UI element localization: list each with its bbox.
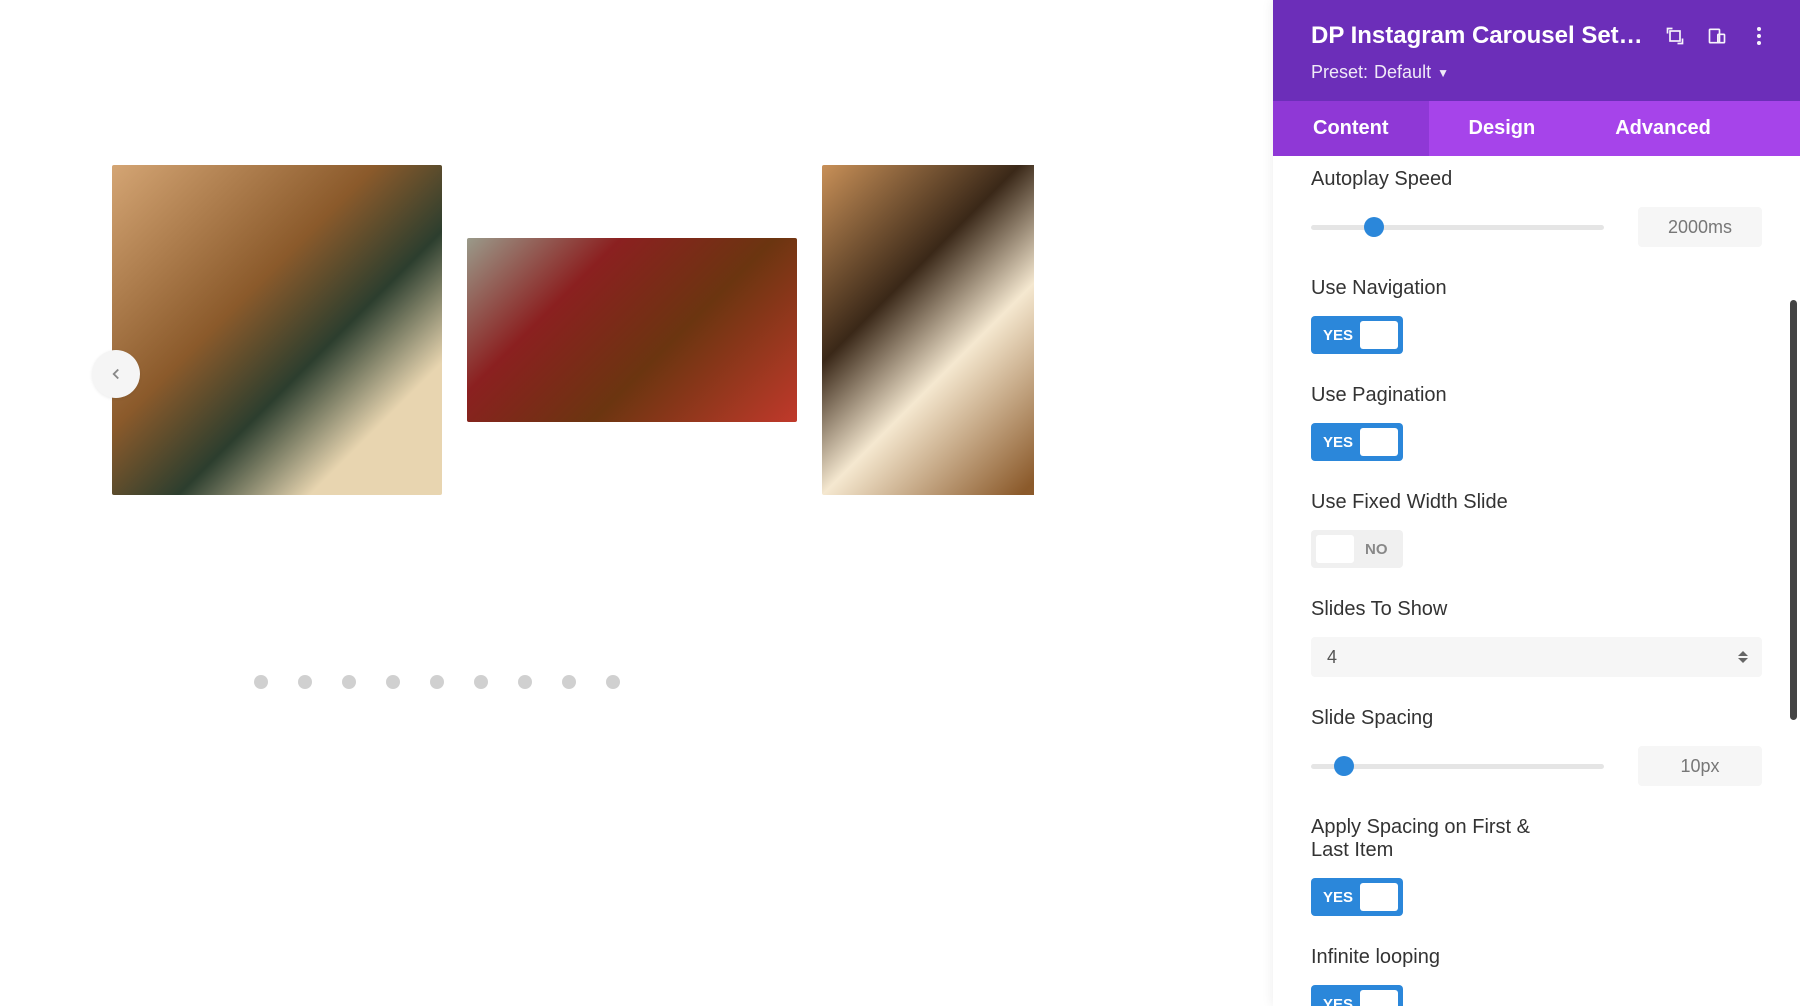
use-navigation-toggle[interactable]: YES [1311,316,1403,354]
slider-thumb[interactable] [1334,756,1354,776]
carousel-container [0,0,1034,689]
panel-body[interactable]: Autoplay Speed 2000ms Use Navigation YES… [1273,156,1800,1006]
setting-label: Infinite looping [1311,946,1762,969]
toggle-label: YES [1311,327,1353,344]
slider-thumb[interactable] [1364,217,1384,237]
chevron-left-icon [107,365,125,383]
toggle-knob [1316,535,1354,563]
toggle-knob [1360,321,1398,349]
carousel-image [112,165,442,495]
pagination-dot[interactable] [606,675,620,689]
expand-icon[interactable] [1664,25,1686,47]
tab-content[interactable]: Content [1273,101,1429,156]
setting-use-fixed-width: Use Fixed Width Slide NO [1311,491,1762,568]
pagination-dot[interactable] [386,675,400,689]
toggle-knob [1360,990,1398,1006]
use-fixed-width-toggle[interactable]: NO [1311,530,1403,568]
panel-header: DP Instagram Carousel Sett... Preset: De… [1273,0,1800,101]
more-menu-icon[interactable] [1748,25,1770,47]
setting-label: Autoplay Speed [1311,168,1762,191]
select-value: 4 [1327,647,1337,668]
setting-use-navigation: Use Navigation YES [1311,277,1762,354]
carousel-image [467,238,797,422]
toggle-label: YES [1311,889,1353,906]
settings-panel: DP Instagram Carousel Sett... Preset: De… [1273,0,1800,1006]
slide-spacing-slider[interactable] [1311,764,1604,769]
pagination-dot[interactable] [254,675,268,689]
setting-label: Use Navigation [1311,277,1762,300]
setting-slide-spacing: Slide Spacing 10px [1311,707,1762,786]
setting-label: Apply Spacing on First & Last Item [1311,816,1571,862]
setting-apply-spacing: Apply Spacing on First & Last Item YES [1311,816,1762,916]
carousel-track [0,165,1034,495]
settings-tabs: Content Design Advanced [1273,101,1800,156]
setting-infinite-looping: Infinite looping YES [1311,946,1762,1006]
setting-label: Use Fixed Width Slide [1311,491,1762,514]
use-pagination-toggle[interactable]: YES [1311,423,1403,461]
slides-to-show-select[interactable]: 4 [1311,637,1762,677]
preset-label: Preset: [1311,62,1368,83]
pagination-dot[interactable] [342,675,356,689]
pagination-dot[interactable] [518,675,532,689]
pagination-dot[interactable] [430,675,444,689]
slide-spacing-value[interactable]: 10px [1638,746,1762,786]
responsive-icon[interactable] [1706,25,1728,47]
panel-title: DP Instagram Carousel Sett... [1311,22,1644,50]
apply-spacing-toggle[interactable]: YES [1311,878,1403,916]
pagination-dot[interactable] [298,675,312,689]
carousel-slide[interactable] [822,165,1034,495]
setting-label: Slide Spacing [1311,707,1762,730]
setting-label: Slides To Show [1311,598,1762,621]
setting-use-pagination: Use Pagination YES [1311,384,1762,461]
tab-advanced[interactable]: Advanced [1575,101,1751,156]
carousel-pagination [0,675,1034,689]
select-arrows-icon [1738,651,1748,663]
preset-selector[interactable]: Preset: Default ▼ [1311,62,1770,83]
pagination-dot[interactable] [562,675,576,689]
toggle-knob [1360,883,1398,911]
toggle-knob [1360,428,1398,456]
carousel-prev-button[interactable] [92,350,140,398]
preset-value: Default [1374,62,1431,83]
scrollbar-thumb[interactable] [1790,300,1797,720]
autoplay-speed-value[interactable]: 2000ms [1638,207,1762,247]
preview-canvas [0,0,1034,1006]
carousel-slide[interactable] [112,165,442,495]
caret-down-icon: ▼ [1437,66,1449,80]
carousel-slide[interactable] [467,165,797,495]
toggle-label: YES [1311,434,1353,451]
toggle-label: YES [1311,996,1353,1006]
setting-autoplay-speed: Autoplay Speed 2000ms [1311,168,1762,247]
setting-label: Use Pagination [1311,384,1762,407]
setting-slides-to-show: Slides To Show 4 [1311,598,1762,677]
pagination-dot[interactable] [474,675,488,689]
infinite-looping-toggle[interactable]: YES [1311,985,1403,1006]
autoplay-speed-slider[interactable] [1311,225,1604,230]
carousel-image [822,165,1034,495]
tab-design[interactable]: Design [1429,101,1576,156]
